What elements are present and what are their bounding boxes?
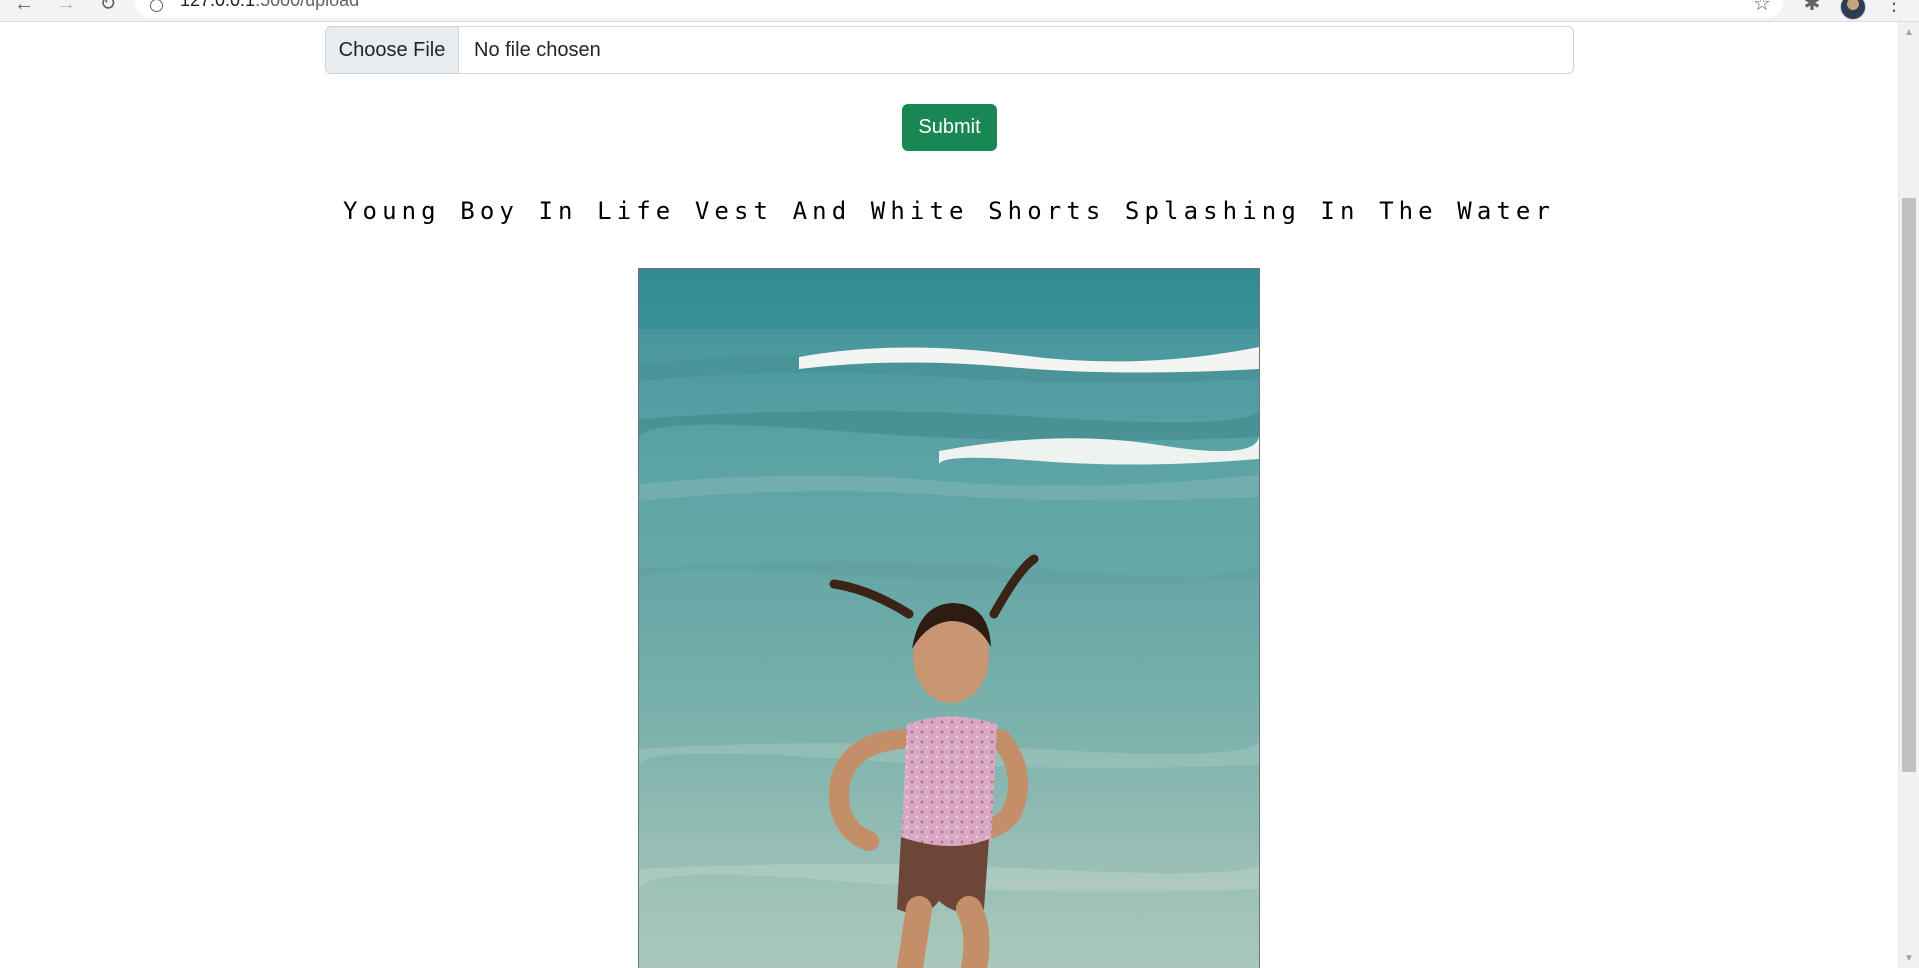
uploaded-photo xyxy=(638,268,1260,968)
photo-illustration xyxy=(639,269,1259,968)
bookmark-star-icon[interactable]: ☆ xyxy=(1750,0,1774,16)
url-text[interactable]: 127.0.0.1:5000/upload xyxy=(180,0,359,11)
scroll-thumb[interactable] xyxy=(1902,198,1916,772)
submit-button[interactable]: Submit xyxy=(902,104,997,151)
info-icon[interactable] xyxy=(150,0,163,12)
address-bar[interactable]: 127.0.0.1:5000/upload xyxy=(134,0,1784,18)
generated-caption: Young Boy In Life Vest And White Shorts … xyxy=(342,197,1556,225)
file-input[interactable]: Choose File No file chosen xyxy=(325,26,1574,74)
forward-icon[interactable]: → xyxy=(54,0,78,16)
browser-toolbar: ← → ↻ 127.0.0.1:5000/upload ☆ ✱ ⋮ xyxy=(0,0,1919,22)
scroll-up-icon[interactable]: ▲ xyxy=(1899,22,1919,42)
profile-avatar[interactable] xyxy=(1840,0,1866,20)
vertical-scrollbar[interactable]: ▲ ▼ xyxy=(1898,22,1919,968)
url-host: 127.0.0.1 xyxy=(180,0,255,10)
back-icon[interactable]: ← xyxy=(12,0,36,16)
url-path: :5000/upload xyxy=(255,0,359,10)
extensions-icon[interactable]: ✱ xyxy=(1800,0,1824,16)
reload-icon[interactable]: ↻ xyxy=(96,0,120,16)
file-status-text[interactable]: No file chosen xyxy=(459,27,1573,73)
choose-file-button[interactable]: Choose File xyxy=(326,27,459,73)
browser-menu-icon[interactable]: ⋮ xyxy=(1882,0,1906,16)
scroll-down-icon[interactable]: ▼ xyxy=(1899,948,1919,968)
page-viewport: Choose File No file chosen Submit Young … xyxy=(0,22,1898,968)
